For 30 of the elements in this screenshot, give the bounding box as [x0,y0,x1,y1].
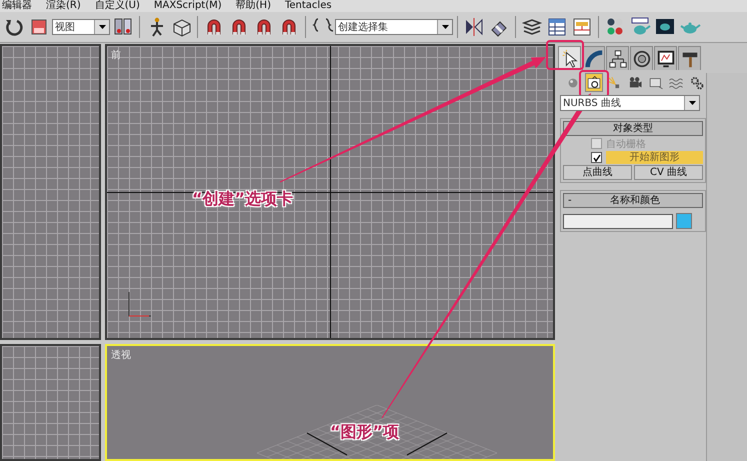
view-dropdown[interactable]: 视图 [52,19,110,35]
object-type-button[interactable]: 点曲线 [563,165,632,180]
menu-item[interactable]: MAXScript(M) [154,0,222,12]
menu-item[interactable]: 编辑器 [2,0,32,12]
color-swatch[interactable] [676,213,692,229]
object-type-button[interactable]: CV 曲线 [634,165,703,180]
annotation-label: “图形”项 [330,422,400,443]
rollout-header[interactable]: - 名称和颜色 [563,193,703,208]
checkbox[interactable] [591,152,602,163]
schematic-icon[interactable] [571,16,593,38]
start-new-shape-button[interactable]: 开始新图形 [606,151,703,164]
checkbox-label: 自动栅格 [606,138,646,150]
viewport[interactable] [0,44,101,340]
selection-set-dropdown[interactable]: 创建选择集 [335,19,453,35]
name-input-field[interactable] [563,214,673,228]
rollout-header[interactable]: 对象类型 [563,121,703,136]
menu-item[interactable]: Tentacles [284,0,332,12]
viewport[interactable] [0,344,101,461]
highlight-frame [546,40,584,70]
highlight-frame [579,70,609,98]
table-icon[interactable] [546,16,568,38]
dropdown-arrow-icon[interactable] [442,25,448,29]
type-dropdown[interactable]: NURBS 曲线 [560,95,700,111]
mirror-icon[interactable] [463,16,485,38]
rollout-title: 名称和颜色 [608,194,661,207]
annotation-label: “创建”选项卡 [192,189,294,210]
dropdown-arrow-icon[interactable] [688,101,696,105]
menu-item[interactable]: 帮助(H) [236,0,271,12]
collapse-toggle[interactable]: - [568,194,572,207]
dropdown-arrow-icon[interactable] [98,25,106,29]
